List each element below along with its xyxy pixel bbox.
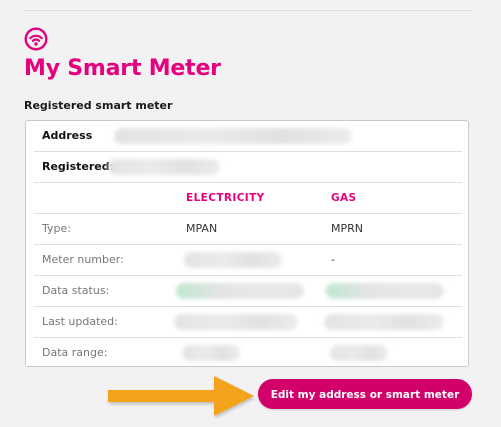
arrow-right-icon — [108, 376, 254, 416]
registered-label: Registered: — [42, 160, 114, 173]
electricity-meter-number-redacted — [184, 252, 282, 268]
data-status-label: Data status: — [42, 284, 110, 297]
electricity-data-status-redacted — [176, 283, 304, 299]
electricity-last-updated-redacted — [174, 314, 298, 330]
meter-number-label: Meter number: — [42, 253, 124, 266]
table-row: Last updated: — [34, 307, 462, 338]
top-divider — [24, 10, 472, 11]
electricity-type: MPAN — [186, 222, 218, 235]
table-row: Data range: — [34, 338, 462, 369]
electricity-column-header: ELECTRICITY — [186, 192, 265, 204]
table-row: Type: MPAN MPRN — [34, 214, 462, 245]
gas-meter-number: - — [331, 253, 335, 266]
gas-data-range-redacted — [330, 345, 388, 361]
wifi-signal-icon — [24, 27, 48, 51]
smart-meter-card: Address Registered: ELECTRICITY GAS Type… — [25, 120, 469, 367]
section-label: Registered smart meter — [24, 99, 173, 112]
table-row: Data status: — [34, 276, 462, 307]
registered-row: Registered: — [34, 152, 462, 183]
page-title: My Smart Meter — [24, 56, 221, 81]
address-label: Address — [42, 129, 93, 142]
gas-last-updated-redacted — [324, 314, 444, 330]
data-range-label: Data range: — [42, 346, 108, 359]
address-row: Address — [34, 121, 462, 152]
last-updated-label: Last updated: — [42, 315, 118, 328]
gas-type: MPRN — [331, 222, 363, 235]
table-row: Meter number: - — [34, 245, 462, 276]
electricity-data-range-redacted — [182, 345, 240, 361]
registered-value-redacted — [108, 159, 220, 175]
gas-data-status-redacted — [326, 283, 444, 299]
column-header-row: ELECTRICITY GAS — [34, 183, 462, 214]
edit-address-or-meter-button[interactable]: Edit my address or smart meter — [258, 379, 472, 409]
address-value-redacted — [114, 128, 352, 144]
gas-column-header: GAS — [331, 192, 357, 204]
type-label: Type: — [42, 222, 71, 235]
